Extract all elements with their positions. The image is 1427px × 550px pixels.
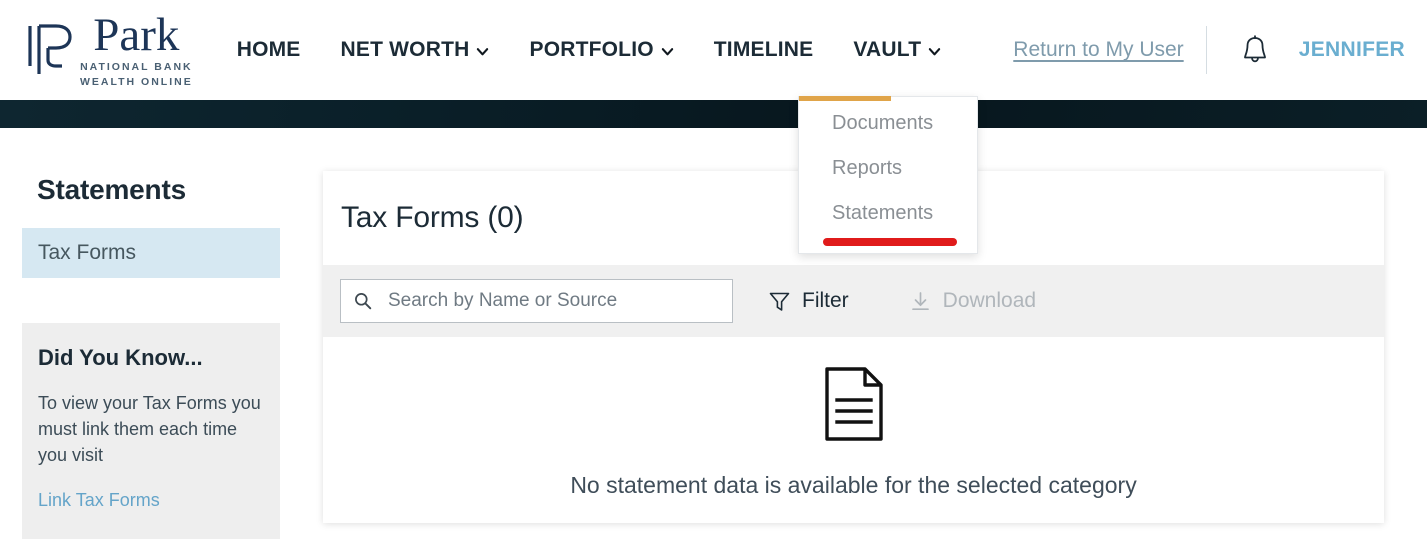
empty-state: No statement data is available for the s… — [323, 337, 1384, 523]
chevron-down-icon — [929, 47, 941, 55]
brand-name: Park — [93, 8, 180, 61]
download-button[interactable]: Download — [909, 289, 1036, 313]
nav-item-portfolio[interactable]: PORTFOLIO — [509, 0, 693, 100]
hero-banner-strip — [0, 100, 1427, 128]
brand-line2: WEALTH ONLINE — [80, 75, 193, 88]
download-label: Download — [942, 289, 1037, 312]
chevron-down-icon — [661, 47, 673, 55]
chevron-down-icon — [477, 47, 489, 55]
nav-item-label: VAULT — [853, 38, 922, 61]
return-to-my-user-link[interactable]: Return to My User — [1013, 38, 1183, 62]
panel-toolbar: Filter Download — [323, 265, 1384, 337]
document-lines-icon — [824, 366, 883, 441]
nav-item-label: NET WORTH — [340, 38, 470, 61]
link-tax-forms-link[interactable]: Link Tax Forms — [38, 490, 160, 511]
site-header: Park NATIONAL BANK WEALTH ONLINE HOME NE… — [0, 0, 1427, 100]
left-sidebar: Statements Tax Forms Did You Know... To … — [22, 160, 280, 540]
main-nav: HOME NET WORTH PORTFOLIO TIMELINE VAULT — [217, 0, 962, 100]
header-right-group: JENNIFER — [1205, 26, 1405, 74]
nav-item-label: TIMELINE — [713, 38, 814, 61]
nav-item-vault[interactable]: VAULT — [833, 0, 961, 100]
nav-item-label: PORTFOLIO — [529, 38, 654, 61]
nav-item-label: HOME — [236, 38, 301, 61]
funnel-icon — [769, 292, 790, 311]
search-icon — [355, 293, 372, 310]
empty-state-message: No statement data is available for the s… — [570, 471, 1137, 498]
search-box[interactable] — [340, 279, 733, 323]
park-p-mark-icon — [28, 24, 72, 74]
filter-label: Filter — [802, 289, 849, 312]
sidebar-item-tax-forms[interactable]: Tax Forms — [22, 228, 280, 278]
brand-logo[interactable]: Park NATIONAL BANK WEALTH ONLINE — [26, 8, 193, 88]
dropdown-item-reports[interactable]: Reports — [799, 146, 977, 191]
dropdown-item-statements[interactable]: Statements — [799, 191, 977, 236]
page-title: Tax Forms (0) — [341, 201, 524, 234]
brand-line1: NATIONAL BANK — [80, 61, 193, 74]
nav-item-net-worth[interactable]: NET WORTH — [321, 0, 510, 100]
filter-button[interactable]: Filter — [768, 289, 849, 313]
annotation-underline — [823, 238, 957, 246]
download-icon — [911, 291, 929, 310]
vault-dropdown-menu: Documents Reports Statements — [798, 96, 978, 254]
nav-item-timeline[interactable]: TIMELINE — [694, 0, 834, 100]
info-card-body: To view your Tax Forms you must link the… — [38, 393, 261, 466]
header-divider — [1205, 26, 1207, 74]
sidebar-title: Statements — [37, 174, 186, 205]
search-input[interactable] — [386, 289, 716, 313]
nav-item-home[interactable]: HOME — [217, 0, 321, 100]
did-you-know-card: Did You Know... To view your Tax Forms y… — [22, 323, 280, 540]
bell-icon[interactable] — [1241, 34, 1269, 66]
dropdown-item-documents[interactable]: Documents — [799, 101, 977, 146]
user-menu[interactable]: JENNIFER — [1299, 38, 1405, 62]
info-card-title: Did You Know... — [38, 345, 203, 370]
dropdown-accent-bar — [799, 96, 891, 101]
